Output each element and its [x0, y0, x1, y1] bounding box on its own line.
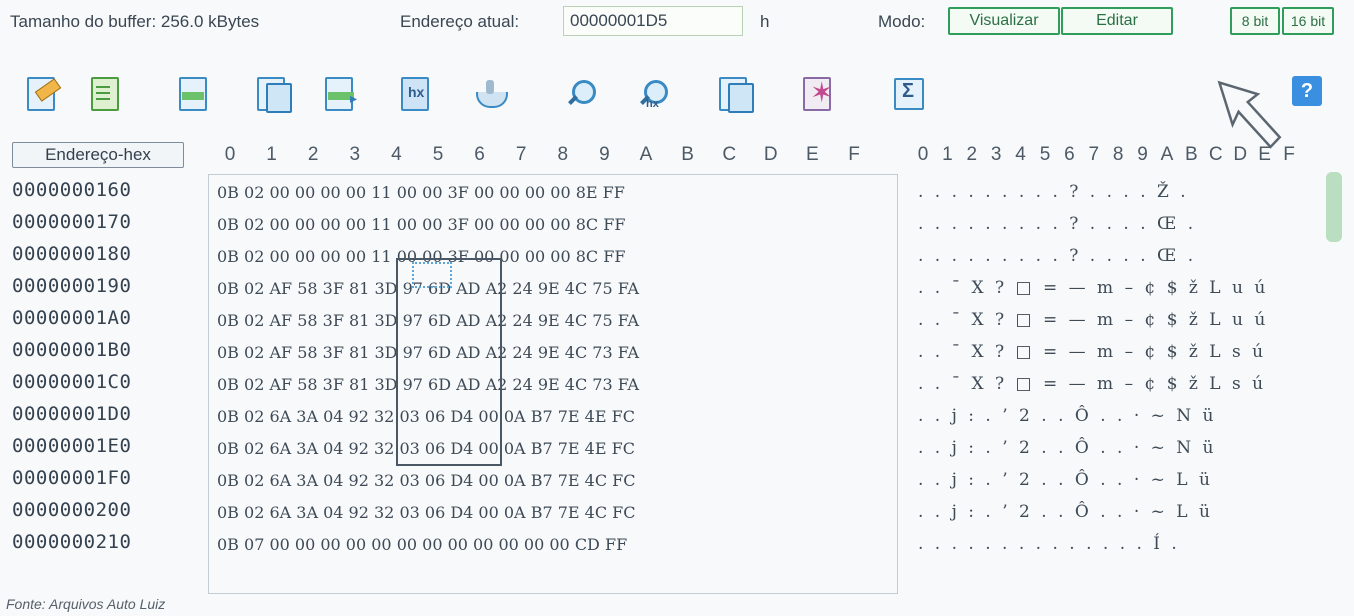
hex-row[interactable]: 0B 07 00 00 00 00 00 00 00 00 00 00 00 0… — [217, 529, 627, 561]
ascii-row[interactable]: . . ¯ X ? □ = — m – ¢ $ ž L u ú — [918, 272, 1268, 304]
vertical-scrollbar[interactable] — [1326, 172, 1342, 242]
hex-row[interactable]: 0B 02 6A 3A 04 92 32 03 06 D4 00 0A B7 7… — [217, 497, 636, 529]
address-column-header[interactable]: Endereço-hex — [12, 142, 184, 168]
ascii-row[interactable]: . . . . . . . . . ? . . . . Ž . — [918, 176, 1189, 208]
16bit-button[interactable]: 16 bit — [1282, 7, 1334, 35]
hex-file-icon[interactable]: hx — [396, 74, 436, 114]
search-icon[interactable] — [558, 74, 598, 114]
address-cell: 00000001C0 — [12, 371, 132, 393]
address-cell: 0000000180 — [12, 243, 132, 265]
address-cell: 00000001B0 — [12, 339, 132, 361]
selection-box — [396, 258, 502, 466]
ascii-column-header: E — [1258, 144, 1271, 165]
hex-column-header: D — [763, 144, 778, 165]
mode-label: Modo: — [878, 12, 926, 31]
hex-column-header: B — [681, 144, 694, 165]
help-icon[interactable]: ? — [1292, 76, 1322, 106]
mark-icon[interactable]: ✶ — [798, 74, 838, 114]
ascii-column-header: C — [1208, 144, 1223, 165]
current-address-input[interactable] — [563, 6, 743, 36]
ascii-column-header: 3 — [990, 144, 1002, 165]
hex-column-header: 3 — [349, 144, 361, 165]
ascii-row[interactable]: . . . . . . . . . . . . . . Í . — [918, 528, 1180, 560]
address-cell: 00000001E0 — [12, 435, 132, 457]
hex-column-header: E — [806, 144, 819, 165]
hex-row[interactable]: 0B 02 00 00 00 00 11 00 00 3F 00 00 00 0… — [217, 209, 625, 241]
column-header-row: Endereço-hex 0123456789ABCDEF 0123456789… — [12, 140, 1342, 170]
hex-column-header: 1 — [266, 144, 277, 165]
view-mode-button[interactable]: Visualizar — [948, 7, 1060, 35]
address-cell: 0000000160 — [12, 179, 132, 201]
ascii-column-header: 4 — [1015, 144, 1026, 165]
current-address-label: Endereço atual: — [400, 12, 520, 31]
edit-mode-button[interactable]: Editar — [1061, 7, 1173, 35]
hex-column-header: 2 — [307, 144, 319, 165]
address-cell: 0000000170 — [12, 211, 132, 233]
edit-icon[interactable] — [22, 74, 62, 114]
ascii-row[interactable]: . . j : . ’ 2 . . Ô . . · ~ L ü — [918, 496, 1213, 528]
hex-column-header: 5 — [432, 144, 444, 165]
hex-column-header: A — [639, 144, 653, 165]
hex-column-header: F — [848, 144, 860, 165]
hex-editor: Endereço-hex 0123456789ABCDEF 0123456789… — [12, 140, 1342, 594]
ascii-column-header: A — [1160, 144, 1174, 165]
ascii-column-header: D — [1233, 144, 1248, 165]
hex-column-header: 8 — [557, 144, 569, 165]
ascii-row[interactable]: . . ¯ X ? □ = — m – ¢ $ ž L s ú — [918, 336, 1266, 368]
hex-column-header: C — [722, 144, 737, 165]
ascii-column-header: 7 — [1088, 144, 1100, 165]
hex-column-header: 6 — [474, 144, 485, 165]
ascii-row[interactable]: . . j : . ’ 2 . . Ô . . · ~ L ü — [918, 464, 1213, 496]
copy-window-icon[interactable] — [716, 74, 756, 114]
hex-column-header: 0 — [224, 144, 236, 165]
hex-column-header: 4 — [391, 144, 402, 165]
ascii-data-area[interactable]: . . . . . . . . . ? . . . . Ž .. . . . .… — [912, 174, 1322, 594]
8bit-button[interactable]: 8 bit — [1230, 7, 1280, 35]
ascii-row[interactable]: . . . . . . . . . ? . . . . Œ . — [918, 208, 1196, 240]
copy-icon[interactable] — [252, 74, 292, 114]
hex-column-header: 9 — [599, 144, 610, 165]
export-icon[interactable]: ▸ — [320, 74, 360, 114]
address-cell: 0000000190 — [12, 275, 132, 297]
buffer-size-label: Tamanho do buffer: 256.0 kBytes — [10, 12, 260, 31]
ascii-column-header: 5 — [1039, 144, 1051, 165]
ascii-row[interactable]: . . ¯ X ? □ = — m – ¢ $ ž L s ú — [918, 368, 1266, 400]
ascii-column-header: 6 — [1064, 144, 1075, 165]
sum-icon[interactable]: Σ — [892, 74, 932, 114]
ascii-column-header: 2 — [966, 144, 978, 165]
hex-column-header: 7 — [515, 144, 527, 165]
ascii-column-header: F — [1283, 144, 1295, 165]
address-cell: 00000001F0 — [12, 467, 132, 489]
ascii-column-header: B — [1185, 144, 1198, 165]
address-cell: 0000000200 — [12, 499, 132, 521]
address-cell: 0000000210 — [12, 531, 132, 553]
ascii-row[interactable]: . . ¯ X ? □ = — m – ¢ $ ž L u ú — [918, 304, 1268, 336]
ascii-row[interactable]: . . j : . ’ 2 . . Ô . . · ~ N ü — [918, 400, 1217, 432]
ascii-row[interactable]: . . j : . ’ 2 . . Ô . . · ~ N ü — [918, 432, 1217, 464]
source-caption: Fonte: Arquivos Auto Luiz — [6, 596, 166, 612]
address-hex-suffix: h — [760, 12, 770, 31]
hex-row[interactable]: 0B 02 6A 3A 04 92 32 03 06 D4 00 0A B7 7… — [217, 465, 636, 497]
ascii-row[interactable]: . . . . . . . . . ? . . . . Œ . — [918, 240, 1196, 272]
ascii-column-header: 1 — [942, 144, 953, 165]
hex-row[interactable]: 0B 02 00 00 00 00 11 00 00 3F 00 00 00 0… — [217, 177, 625, 209]
ascii-column-header: 8 — [1112, 144, 1124, 165]
cursor-cell — [412, 262, 452, 288]
address-cell: 00000001A0 — [12, 307, 132, 329]
ascii-column-header: 9 — [1137, 144, 1148, 165]
address-cell: 00000001D0 — [12, 403, 132, 425]
hex-data-area[interactable]: 0B 02 00 00 00 00 11 00 00 3F 00 00 00 0… — [208, 174, 898, 594]
image-icon[interactable] — [174, 74, 214, 114]
status-bar: Tamanho do buffer: 256.0 kBytes Endereço… — [0, 0, 1354, 46]
search-hex-icon[interactable]: hx — [630, 74, 670, 114]
ascii-column-header: 0 — [917, 144, 929, 165]
new-file-icon[interactable] — [86, 74, 126, 114]
eject-icon[interactable] — [470, 74, 510, 114]
